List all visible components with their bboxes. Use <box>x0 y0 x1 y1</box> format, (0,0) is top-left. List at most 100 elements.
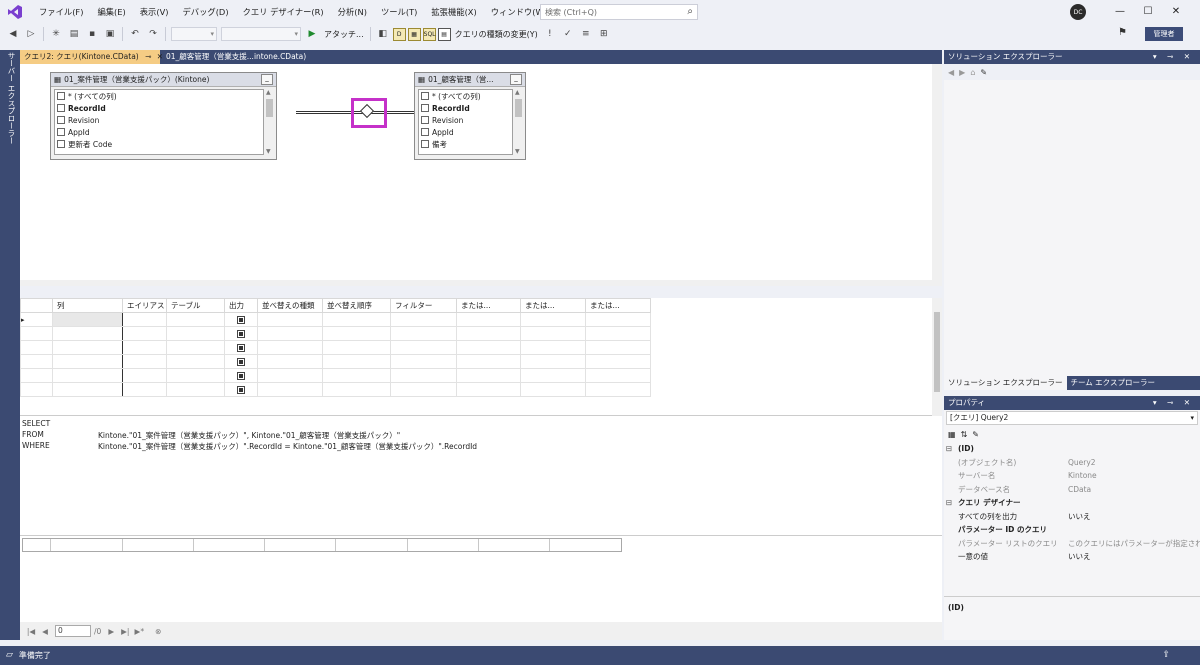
criteria-cell[interactable] <box>520 326 586 341</box>
property-row[interactable]: データベース名 CData <box>944 483 1200 497</box>
criteria-cell[interactable] <box>122 354 167 369</box>
property-value[interactable]: いいえ <box>1064 550 1200 564</box>
criteria-cell[interactable] <box>520 340 586 355</box>
alphabetical-icon[interactable]: ⇅ <box>961 430 968 439</box>
column-item[interactable]: AppId <box>419 126 512 138</box>
criteria-cell[interactable] <box>585 326 651 341</box>
save-icon[interactable]: ▪ <box>85 27 99 41</box>
column-item[interactable]: 備考 <box>419 138 512 150</box>
criteria-cell[interactable] <box>166 312 225 327</box>
undo-icon[interactable]: ↶ <box>128 27 142 41</box>
column-checkbox[interactable] <box>421 116 429 124</box>
column-scrollbar[interactable]: ▲ ▼ <box>265 89 274 155</box>
criteria-cell[interactable] <box>322 368 391 383</box>
property-category-id[interactable]: ⊟ (ID) <box>944 442 1200 456</box>
criteria-cell[interactable] <box>257 368 323 383</box>
criteria-cell[interactable] <box>52 340 123 355</box>
criteria-cell[interactable] <box>456 340 521 355</box>
output-checkbox[interactable] <box>237 343 245 352</box>
criteria-cell[interactable] <box>456 312 521 327</box>
criteria-cell[interactable] <box>166 354 225 369</box>
criteria-cell[interactable] <box>52 368 123 383</box>
collapse-icon[interactable]: ⊟ <box>944 496 954 510</box>
minimize-table-button[interactable]: _ <box>261 74 273 85</box>
criteria-cell[interactable] <box>322 340 391 355</box>
criteria-cell[interactable] <box>257 340 323 355</box>
minimize-table-button[interactable]: _ <box>510 74 522 85</box>
panel-controls[interactable]: ▾ ⊸ ✕ <box>1153 396 1194 410</box>
property-category-designer[interactable]: ⊟ クエリ デザイナー <box>944 496 1200 510</box>
criteria-cell[interactable] <box>122 312 167 327</box>
play-icon[interactable]: ▶ <box>305 27 319 41</box>
current-record-input[interactable]: 0 <box>55 625 91 637</box>
criteria-header[interactable]: 出力 <box>224 298 258 313</box>
criteria-cell[interactable] <box>390 368 457 383</box>
property-row[interactable]: (オブジェクト名) Query2 <box>944 456 1200 470</box>
criteria-cell[interactable] <box>322 326 391 341</box>
criteria-cell[interactable] <box>585 382 651 397</box>
criteria-cell[interactable] <box>166 368 225 383</box>
criteria-cell[interactable] <box>520 354 586 369</box>
new-record-icon[interactable]: ▶* <box>133 627 145 636</box>
criteria-cell[interactable] <box>166 382 225 397</box>
execute-sql-icon[interactable]: ! <box>543 27 557 41</box>
column-item[interactable]: * (すべての列) <box>55 90 263 102</box>
table-box-customers[interactable]: ▦ 01_顧客管理（営... _ * (すべての列) RecordId Revi… <box>414 72 526 160</box>
notification-icon[interactable]: ⇪ <box>1162 646 1170 665</box>
table-title-projects[interactable]: ▦ 01_案件管理（営業支援パック）(Kintone) <box>51 73 276 87</box>
show-diagram-icon[interactable]: D <box>392 27 406 41</box>
column-checkbox[interactable] <box>421 92 429 100</box>
column-checkbox[interactable] <box>57 140 65 148</box>
criteria-cell[interactable] <box>122 382 167 397</box>
criteria-header[interactable]: 列 <box>52 298 123 313</box>
minimize-icon[interactable]: — <box>1110 3 1130 21</box>
feedback-icon[interactable]: ⚑ <box>1118 27 1127 38</box>
column-item[interactable]: AppId <box>55 126 263 138</box>
property-row[interactable]: すべての列を出力 いいえ <box>944 510 1200 524</box>
column-item[interactable]: RecordId <box>419 102 512 114</box>
close-window-icon[interactable]: ✕ <box>1166 3 1186 21</box>
avatar[interactable]: DC <box>1070 4 1086 20</box>
menu-debug[interactable]: デバッグ(D) <box>176 0 236 24</box>
criteria-header[interactable]: または... <box>585 298 651 313</box>
tab-query2[interactable]: クエリ2: クエリ(Kintone.CData) ⊸ ✕ <box>20 50 163 64</box>
criteria-header[interactable]: 並べ替え順序 <box>322 298 391 313</box>
criteria-cell[interactable] <box>456 382 521 397</box>
criteria-cell[interactable] <box>122 340 167 355</box>
criteria-cell[interactable] <box>224 354 258 369</box>
sql-pane[interactable]: SELECT FROM Kintone."01_案件管理（営業支援パック）", … <box>20 416 942 536</box>
diagram-toggle-icon[interactable]: ◧ <box>376 27 390 41</box>
criteria-cell[interactable] <box>322 354 391 369</box>
attach-button[interactable]: アタッチ... <box>324 29 364 40</box>
add-table-icon[interactable]: ⊞ <box>597 27 611 41</box>
properties-object-select[interactable]: [クエリ] Query2 <box>946 411 1198 425</box>
criteria-row[interactable] <box>20 382 651 397</box>
criteria-cell[interactable] <box>224 368 258 383</box>
criteria-cell[interactable] <box>122 326 167 341</box>
column-item[interactable]: 更新者 Code <box>55 138 263 150</box>
column-item[interactable]: Revision <box>419 114 512 126</box>
row-selector-cell[interactable] <box>20 382 53 397</box>
output-checkbox[interactable] <box>237 371 245 380</box>
criteria-cell[interactable] <box>585 368 651 383</box>
prev-record-icon[interactable]: ◀ <box>39 627 51 636</box>
property-row[interactable]: 一意の値 いいえ <box>944 550 1200 564</box>
criteria-cell[interactable] <box>166 340 225 355</box>
criteria-cell[interactable] <box>224 312 258 327</box>
criteria-row[interactable] <box>20 368 651 383</box>
column-scrollbar[interactable]: ▲ ▼ <box>514 89 523 155</box>
criteria-cell[interactable] <box>224 382 258 397</box>
forward-icon[interactable]: ▶ <box>959 68 965 77</box>
column-checkbox[interactable] <box>421 104 429 112</box>
collapse-icon[interactable]: ⊟ <box>944 442 954 456</box>
show-results-icon[interactable]: ▤ <box>437 27 451 41</box>
criteria-cell[interactable] <box>390 326 457 341</box>
column-checkbox[interactable] <box>421 128 429 136</box>
criteria-cell[interactable] <box>322 382 391 397</box>
criteria-row[interactable] <box>20 326 651 341</box>
criteria-header[interactable]: または... <box>456 298 521 313</box>
row-selector-cell[interactable]: ▸ <box>20 312 53 327</box>
criteria-cell[interactable] <box>322 312 391 327</box>
new-item-icon[interactable]: ✳ <box>49 27 63 41</box>
criteria-cell[interactable] <box>585 340 651 355</box>
